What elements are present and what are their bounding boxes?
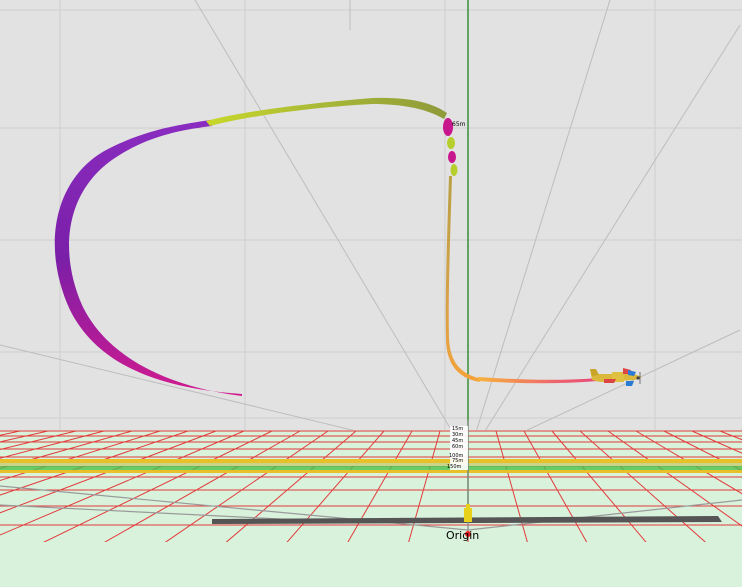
ground-plane	[0, 430, 742, 587]
altitude-ruler: 15m 30m 45m 60m 100m 75m 150m	[447, 426, 468, 470]
backdrop-grid	[0, 0, 742, 459]
altitude-label: 65m	[452, 121, 466, 128]
runway-stripes	[0, 459, 742, 473]
3d-viewport[interactable]: 15m 30m 45m 60m 100m 75m 150m 65m Origin	[0, 0, 742, 587]
flight-scene: 15m 30m 45m 60m 100m 75m 150m 65m Origin	[0, 0, 742, 587]
ruler-label: 60m	[452, 444, 463, 450]
trail-twist	[448, 151, 456, 163]
ruler-label: 150m	[447, 464, 462, 470]
trail-twist	[450, 164, 458, 176]
trail-twist	[447, 137, 455, 149]
origin-label: Origin	[446, 529, 479, 542]
